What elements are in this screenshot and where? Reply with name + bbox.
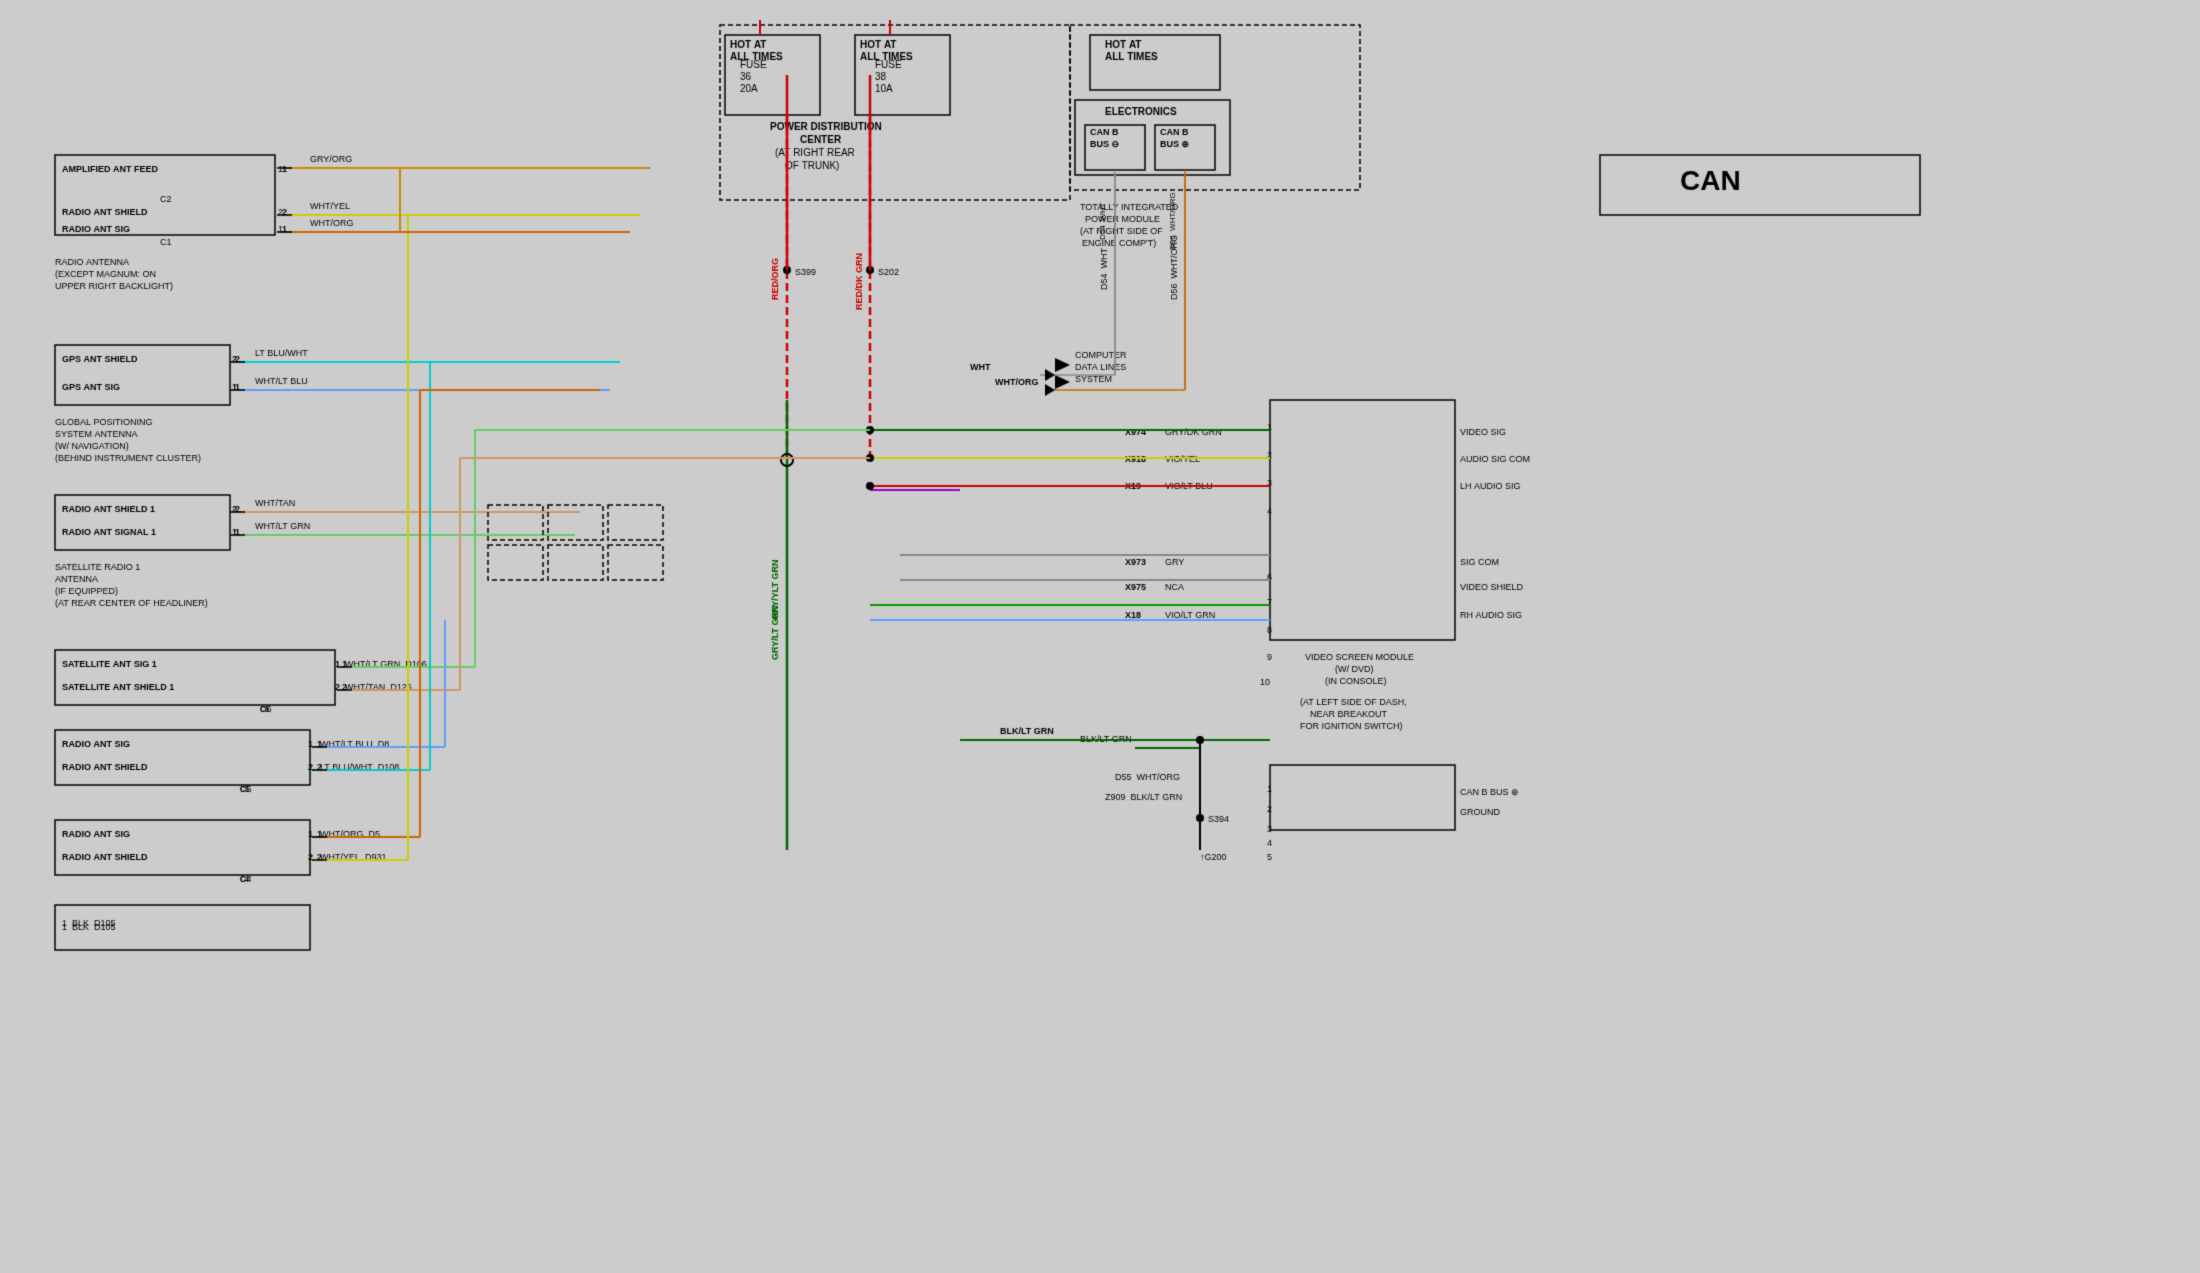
wiring-diagram (0, 0, 2200, 1273)
